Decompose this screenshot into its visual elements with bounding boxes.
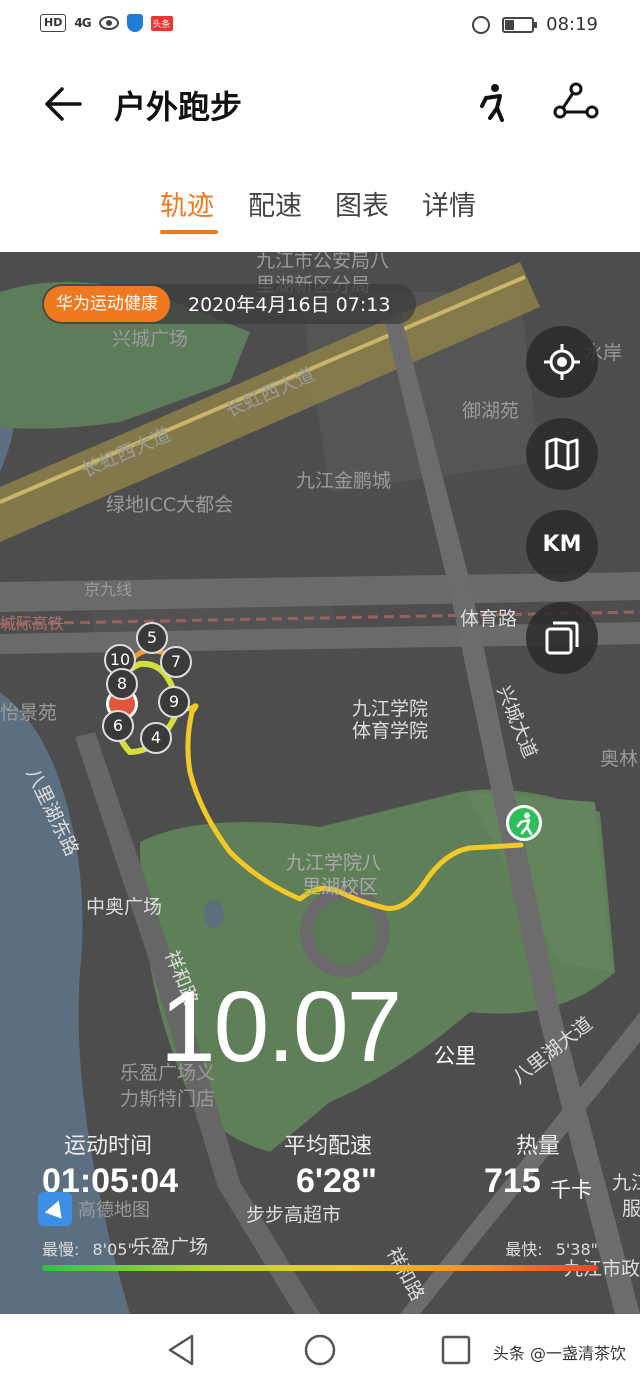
slowest-pace-label: 最慢:	[42, 1240, 80, 1259]
amap-logo-icon	[38, 1192, 72, 1226]
slowest-pace: 最慢: 8'05"	[42, 1236, 135, 1260]
slowest-pace-value: 8'05"	[92, 1240, 135, 1259]
km-markers-button[interactable]: KM	[526, 510, 598, 582]
shield-icon	[126, 14, 143, 32]
pace-gradient-bar	[42, 1265, 598, 1271]
fastest-pace-label: 最快:	[505, 1240, 543, 1259]
fastest-pace-value: 5'38"	[555, 1240, 598, 1259]
watermark: 头条 @一盏清茶饮	[492, 1344, 626, 1363]
map-icon	[545, 437, 579, 471]
tab-track[interactable]: 轨迹	[160, 184, 214, 223]
distance-value: 10.07	[160, 971, 402, 1083]
nav-recents-button[interactable]	[438, 1332, 474, 1368]
map-label: 里湖校区	[302, 876, 379, 898]
back-button[interactable]	[40, 80, 88, 128]
map-label: 乐盈广场	[132, 1236, 209, 1258]
amap-attribution: 高德地图	[38, 1192, 150, 1226]
locate-icon	[544, 344, 580, 380]
eye-comfort-icon	[98, 16, 119, 30]
map-type-button[interactable]	[526, 418, 598, 490]
clock: 08:19	[546, 14, 598, 35]
system-nav-bar: 头条 @一盏清茶饮	[0, 1314, 640, 1386]
share-button[interactable]	[552, 80, 600, 128]
finish-marker	[506, 805, 542, 841]
map-label: 怡景苑	[0, 702, 58, 724]
map-label: 体育路	[460, 608, 518, 630]
locate-button[interactable]	[526, 326, 598, 398]
tab-chart[interactable]: 图表	[335, 184, 389, 223]
map-label: 中奥广场	[86, 896, 163, 918]
tab-pace[interactable]: 配速	[248, 184, 302, 223]
nav-back-button[interactable]	[164, 1332, 200, 1368]
map-label: 城际高铁	[0, 614, 65, 633]
tab-bar: 轨迹 配速 图表 详情	[0, 178, 640, 238]
layers-button[interactable]	[526, 602, 598, 674]
tab-details[interactable]: 详情	[422, 184, 476, 223]
app-header: 户外跑步	[0, 56, 640, 152]
distance-unit: 公里	[434, 1044, 476, 1068]
map-label: 九江金鹏城	[296, 470, 392, 492]
runner-icon	[516, 812, 533, 836]
share-icon	[553, 82, 599, 119]
battery-icon	[502, 16, 538, 33]
arrow-left-icon	[45, 87, 82, 121]
circle-home-icon	[304, 1334, 336, 1366]
map-label: 服	[622, 1198, 640, 1220]
route-map[interactable]: 九江市公安局八 里湖新区分局 兴城广场 长虹西大道 长虹西大道 御湖苑 水岸 九…	[0, 252, 640, 1314]
calories-value: 715	[484, 1162, 541, 1200]
map-label: 步步高超市	[246, 1204, 342, 1226]
km-marker[interactable]: 9	[158, 686, 190, 718]
map-label: 奥林	[600, 748, 639, 770]
record-datetime: 2020年4月16日 07:13	[188, 294, 391, 316]
amap-text: 高德地图	[78, 1200, 150, 1221]
km-marker[interactable]: 6	[102, 710, 134, 742]
fastest-pace: 最快: 5'38"	[505, 1236, 598, 1260]
calories-unit: 千卡	[550, 1178, 592, 1202]
map-label: 力斯特门店	[120, 1088, 216, 1110]
status-left: HD 4G 头条	[40, 14, 173, 32]
running-posture-button[interactable]	[468, 80, 516, 128]
km-marker[interactable]: 7	[160, 646, 192, 678]
brand-tag: 华为运动健康	[44, 286, 170, 322]
status-right: 08:19	[472, 14, 598, 35]
map-label: 绿地ICC大都会	[106, 494, 234, 516]
nav-home-button[interactable]	[302, 1332, 338, 1368]
map-label: 京九线	[84, 580, 133, 599]
map-label: 御湖苑	[462, 400, 520, 422]
triangle-back-icon	[168, 1334, 194, 1366]
hd-badge: HD	[40, 14, 67, 32]
avg-pace-label: 平均配速	[284, 1134, 373, 1159]
runner-icon	[480, 84, 504, 122]
app-notification-icon: 头条	[150, 15, 173, 31]
km-label: KM	[542, 532, 582, 557]
avg-pace-value: 6'28"	[296, 1162, 377, 1200]
km-marker[interactable]: 5	[136, 622, 168, 654]
square-recents-icon	[441, 1335, 471, 1365]
km-marker[interactable]: 8	[106, 668, 138, 700]
map-label: 九江学院八	[286, 852, 382, 874]
active-tab-indicator	[160, 230, 218, 234]
status-bar: HD 4G 头条 08:19	[0, 0, 640, 56]
map-label: 体育学院	[352, 720, 429, 742]
network-indicator: 4G	[74, 16, 91, 30]
page-title: 户外跑步	[114, 88, 243, 126]
km-marker[interactable]: 4	[140, 722, 172, 754]
map-label: 九江	[612, 1172, 640, 1194]
map-label: 兴城广场	[112, 328, 189, 350]
layers-icon	[545, 621, 579, 655]
duration-label: 运动时间	[64, 1134, 153, 1159]
calories-label: 热量	[516, 1134, 561, 1159]
alarm-icon	[472, 15, 491, 34]
